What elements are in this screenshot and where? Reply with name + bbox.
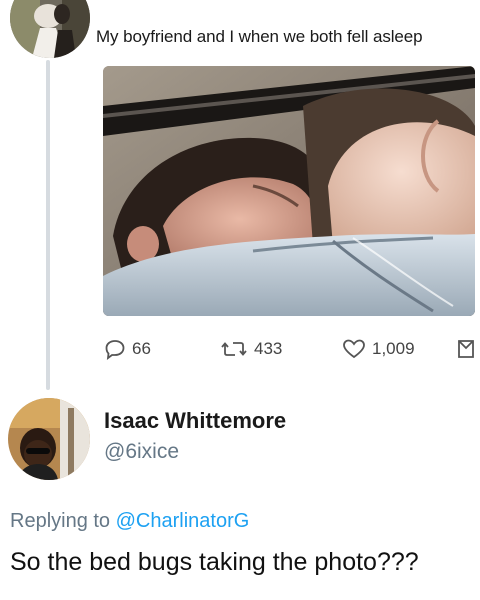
heart-icon [343, 339, 365, 359]
tweet-text: My boyfriend and I when we both fell asl… [96, 27, 423, 46]
user-handle[interactable]: @6ixice [104, 440, 179, 464]
avatar[interactable] [10, 0, 90, 58]
tweet-thread: My boyfriend and I when we both fell asl… [0, 0, 480, 600]
like-action[interactable]: 1,009 [342, 334, 415, 364]
retweet-action[interactable]: 433 [220, 334, 282, 364]
reply-action[interactable]: 66 [104, 334, 151, 364]
thread-connector [46, 60, 50, 390]
sleeping-couple-photo-icon [103, 66, 475, 316]
message-icon [458, 340, 474, 358]
avatar-image-icon [8, 398, 90, 480]
replying-to-label: Replying to [10, 510, 111, 532]
like-count: 1,009 [372, 339, 415, 358]
replying-to-line: Replying to @CharlinatorG [10, 510, 249, 533]
retweet-count: 433 [254, 339, 283, 358]
tweet-actions: 66 433 1,009 [100, 334, 480, 364]
display-name[interactable]: Isaac Whittemore [104, 408, 286, 434]
avatar-image-icon [10, 0, 90, 58]
reply-icon [105, 340, 125, 360]
reply-count: 66 [132, 339, 151, 358]
reply-tweet-text: So the bed bugs taking the photo??? [10, 548, 419, 576]
mention-link[interactable]: @CharlinatorG [116, 510, 250, 532]
retweet-icon [221, 342, 247, 356]
dm-action[interactable] [456, 334, 476, 364]
reply-avatar[interactable] [8, 398, 90, 480]
tweet-photo[interactable] [103, 66, 475, 316]
